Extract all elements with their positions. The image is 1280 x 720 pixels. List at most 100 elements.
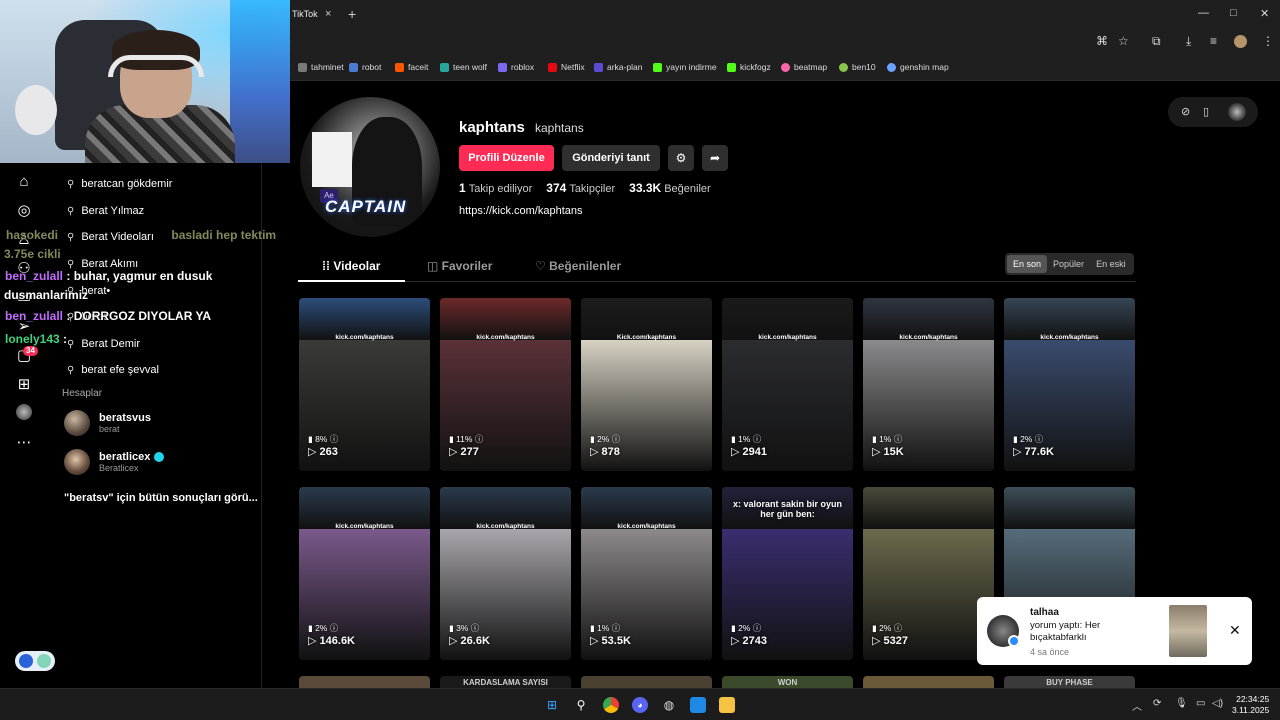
- active-tab-indicator: [298, 280, 405, 282]
- video-card-peek[interactable]: [863, 676, 994, 688]
- bookmark-item[interactable]: roblox: [498, 62, 534, 72]
- bookmarks-bar: tahminet robot faceit teen wolf roblox N…: [290, 55, 1280, 81]
- video-card[interactable]: kick.com/kaphtans ▮ 3% ⓘ ▷ 26.6K: [440, 487, 571, 660]
- sort-oldest[interactable]: En eski: [1090, 255, 1132, 273]
- video-card[interactable]: x: valorant sakin bir oyun her gün ben: ▮…: [722, 487, 853, 660]
- video-card[interactable]: kick.com/kaphtans ▮ 2% ⓘ ▷ 77.6K: [1004, 298, 1135, 471]
- video-card[interactable]: kick.com/kaphtans ▮ 8% ⓘ ▷ 263: [299, 298, 430, 471]
- system-clock[interactable]: 22:34:25 3.11.2025: [1232, 694, 1269, 716]
- user-avatar-icon[interactable]: [1228, 103, 1246, 121]
- video-card[interactable]: Kick.com/kaphtans ▮ 2% ⓘ ▷ 878: [581, 298, 712, 471]
- chat-line: ben_zulall : DORRGOZ DIYOLAR YA: [5, 309, 212, 323]
- bookmark-item[interactable]: tahminet: [298, 62, 344, 72]
- file-explorer-icon[interactable]: [719, 697, 735, 713]
- bookmark-item[interactable]: Netflix: [548, 62, 585, 72]
- photos-icon[interactable]: [690, 697, 706, 713]
- start-icon[interactable]: ⊞: [544, 697, 560, 713]
- download-icon[interactable]: ⤓: [1186, 34, 1191, 49]
- video-card[interactable]: kick.com/kaphtans ▮ 1% ⓘ ▷ 15K: [863, 298, 994, 471]
- overlay-toggle[interactable]: [15, 651, 55, 671]
- network-icon[interactable]: ⟳: [1153, 698, 1161, 709]
- bookmark-item[interactable]: arka-plan: [594, 62, 642, 72]
- search-suggestion[interactable]: ⚲ Berat Demir: [67, 338, 140, 350]
- video-card-peek[interactable]: KARDASLAMA SAYISI: [440, 676, 571, 688]
- bio-link[interactable]: https://kick.com/kaphtans: [459, 205, 583, 217]
- bookmark-item[interactable]: faceit: [395, 62, 428, 72]
- close-icon[interactable]: ✕: [1229, 622, 1241, 639]
- sort-latest[interactable]: En son: [1007, 255, 1048, 273]
- video-card[interactable]: kick.com/kaphtans ▮ 1% ⓘ ▷ 53.5K: [581, 487, 712, 660]
- bookmark-item[interactable]: kickfogz: [727, 62, 771, 72]
- sort-popular[interactable]: Popüler: [1047, 255, 1090, 273]
- close-window-button[interactable]: ✕: [1260, 7, 1269, 20]
- search-icon[interactable]: ⚲: [573, 697, 589, 713]
- browser-tab[interactable]: TikTok: [290, 0, 340, 28]
- see-all-results-link[interactable]: "beratsv" için bütün sonuçları görü...: [64, 492, 258, 504]
- discord-icon[interactable]: ◕: [632, 697, 648, 713]
- explore-icon[interactable]: ◎: [14, 201, 34, 221]
- tab-liked[interactable]: ♡ Beğenilenler: [535, 259, 621, 273]
- video-card-peek[interactable]: [299, 676, 430, 688]
- search-suggestion[interactable]: ⚲ berat efe şevval: [67, 364, 159, 376]
- play-icon: ▷: [590, 446, 599, 458]
- followers-stat[interactable]: 374 Takipçiler: [546, 181, 615, 195]
- bookmark-star-icon[interactable]: ☆: [1118, 34, 1129, 48]
- following-stat[interactable]: 1 Takip ediliyor: [459, 181, 532, 195]
- video-card[interactable]: kick.com/kaphtans ▮ 1% ⓘ ▷ 2941: [722, 298, 853, 471]
- tab-favorites[interactable]: ◫ Favoriler: [427, 259, 492, 273]
- extensions-icon[interactable]: ⧉: [1152, 34, 1161, 49]
- media-icon[interactable]: ≡: [1210, 34, 1217, 48]
- kick-watermark: kick.com/kaphtans: [617, 523, 676, 530]
- bookmark-item[interactable]: genshin map: [887, 62, 949, 72]
- tab-close-icon[interactable]: ×: [325, 7, 331, 21]
- video-card[interactable]: kick.com/kaphtans ▮ 2% ⓘ ▷ 146.6K: [299, 487, 430, 660]
- notification-toast[interactable]: talhaa yorum yaptı: Her bıçaktabfarklı 4…: [977, 597, 1252, 665]
- profile-icon[interactable]: [16, 404, 32, 420]
- kick-watermark: kick.com/kaphtans: [1040, 334, 1099, 341]
- video-card[interactable]: ▮ 2% ⓘ ▷ 5327: [863, 487, 994, 660]
- chrome-icon[interactable]: [603, 697, 619, 713]
- more-icon[interactable]: ⋯: [14, 433, 34, 453]
- bookmark-item[interactable]: robot: [349, 62, 381, 72]
- mic-icon[interactable]: 🎙: [1175, 698, 1188, 709]
- bookmark-item[interactable]: teen wolf: [440, 62, 487, 72]
- maximize-button[interactable]: □: [1230, 7, 1237, 19]
- device-icon[interactable]: ▯: [1203, 105, 1209, 118]
- promote-post-button[interactable]: Gönderiyi tanıt: [562, 145, 660, 171]
- menu-icon[interactable]: ⋮: [1262, 34, 1274, 48]
- home-icon[interactable]: ⌂: [14, 172, 34, 192]
- new-tab-button[interactable]: +: [348, 6, 356, 22]
- bookmark-item[interactable]: beatmap: [781, 62, 827, 72]
- search-suggestion[interactable]: ⚲ Berat Yılmaz: [67, 205, 144, 217]
- volume-icon[interactable]: ◁): [1212, 698, 1223, 709]
- bookmark-item[interactable]: yayın indirme: [653, 62, 717, 72]
- video-engagement: ▮ 1% ⓘ: [872, 434, 903, 444]
- play-icon: ▷: [731, 635, 740, 647]
- account-result[interactable]: beratlicex Beratlicex: [64, 449, 165, 475]
- profile-avatar-icon[interactable]: [1234, 35, 1247, 48]
- obs-icon[interactable]: ◍: [661, 697, 677, 713]
- edit-profile-button[interactable]: Profili Düzenle: [459, 145, 554, 171]
- translate-icon[interactable]: ⌘: [1096, 34, 1108, 48]
- coin-icon[interactable]: ⊘: [1181, 105, 1190, 118]
- settings-gear-icon[interactable]: ⚙: [668, 145, 694, 171]
- video-card[interactable]: kick.com/kaphtans ▮ 11% ⓘ ▷ 277: [440, 298, 571, 471]
- bookmark-item[interactable]: ben10: [839, 62, 876, 72]
- tray-chevron-icon[interactable]: ︿: [1132, 698, 1142, 713]
- account-result[interactable]: beratsvus berat: [64, 410, 151, 436]
- video-card-peek[interactable]: [581, 676, 712, 688]
- info-icon: ⓘ: [611, 623, 621, 633]
- info-icon: ⓘ: [893, 623, 903, 633]
- notification-thumbnail[interactable]: [1169, 605, 1207, 657]
- video-view-count: ▷ 277: [449, 446, 479, 458]
- video-card-peek[interactable]: BUY PHASE: [1004, 676, 1135, 688]
- profile-username: kaphtans: [459, 119, 525, 136]
- search-suggestion[interactable]: ⚲ beratcan gökdemir: [67, 178, 172, 190]
- display-icon[interactable]: ▭: [1196, 698, 1205, 709]
- minimize-button[interactable]: —: [1198, 7, 1209, 19]
- tab-videos[interactable]: ⁞⁞ Videolar: [322, 259, 380, 273]
- video-webcam-area: [863, 487, 994, 529]
- upload-icon[interactable]: ⊞: [14, 375, 34, 395]
- video-card-peek[interactable]: WON: [722, 676, 853, 688]
- share-icon[interactable]: ➦: [702, 145, 728, 171]
